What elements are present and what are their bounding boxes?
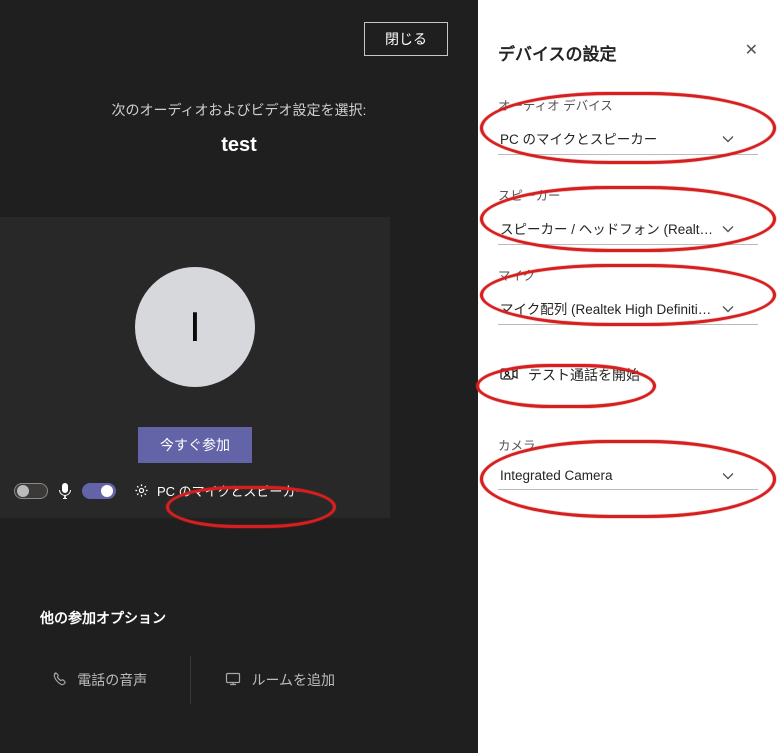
camera-field-label: カメラ — [498, 435, 758, 454]
video-preview-card: I 今すぐ参加 PC のマイクとスピーカー — [0, 217, 390, 518]
avatar-initial: I — [189, 303, 201, 351]
microphone-icon[interactable] — [58, 483, 72, 499]
camera-group: カメラ Integrated Camera — [498, 435, 758, 490]
other-options-heading: 他の参加オプション — [40, 608, 478, 628]
speaker-value: スピーカー / ヘッドフォン (Realtek High De... — [500, 218, 714, 238]
camera-toggle[interactable] — [14, 483, 48, 499]
speaker-select[interactable]: スピーカー / ヘッドフォン (Realtek High De... — [498, 212, 758, 245]
phone-audio-label: 電話の音声 — [77, 670, 147, 690]
mic-value: マイク配列 (Realtek High Definition A... — [500, 298, 714, 318]
test-call-icon — [500, 367, 518, 384]
settings-close-button[interactable]: ✕ — [745, 40, 758, 60]
chevron-down-icon — [722, 221, 734, 236]
device-settings-panel: デバイスの設定 ✕ オーディオ デバイス PC のマイクとスピーカー スピーカー… — [478, 0, 778, 753]
add-room-button[interactable]: ルームを追加 — [190, 656, 371, 704]
room-icon — [225, 672, 241, 689]
meeting-title: test — [0, 134, 478, 157]
audio-device-label-text: PC のマイクとスピーカー — [157, 481, 308, 500]
gear-icon — [134, 483, 149, 498]
microphone-toggle[interactable] — [82, 483, 116, 499]
close-button[interactable]: 閉じる — [364, 22, 448, 56]
other-options-row: 電話の音声 ルームを追加 — [10, 656, 370, 704]
audio-device-value: PC のマイクとスピーカー — [500, 128, 657, 148]
camera-select[interactable]: Integrated Camera — [498, 462, 758, 490]
test-call-button[interactable]: テスト通話を開始 — [498, 361, 642, 389]
speaker-field-label: スピーカー — [498, 185, 758, 204]
close-icon: ✕ — [745, 42, 758, 59]
speaker-group: スピーカー スピーカー / ヘッドフォン (Realtek High De... — [498, 185, 758, 245]
chevron-down-icon — [722, 131, 734, 146]
device-bar: PC のマイクとスピーカー — [0, 481, 390, 500]
chevron-down-icon — [722, 468, 734, 483]
mic-select[interactable]: マイク配列 (Realtek High Definition A... — [498, 292, 758, 325]
join-now-button[interactable]: 今すぐ参加 — [138, 427, 252, 463]
add-room-label: ルームを追加 — [251, 670, 335, 690]
instruction-text: 次のオーディオおよびビデオ設定を選択: — [0, 100, 478, 120]
test-call-label: テスト通話を開始 — [528, 365, 640, 385]
audio-device-field-label: オーディオ デバイス — [498, 95, 758, 114]
audio-device-group: オーディオ デバイス PC のマイクとスピーカー — [498, 95, 758, 155]
phone-icon — [52, 671, 67, 689]
avatar: I — [135, 267, 255, 387]
mic-group: マイク マイク配列 (Realtek High Definition A... — [498, 265, 758, 325]
phone-audio-button[interactable]: 電話の音声 — [10, 656, 190, 704]
mic-field-label: マイク — [498, 265, 758, 284]
audio-device-select[interactable]: PC のマイクとスピーカー — [498, 122, 758, 155]
settings-title: デバイスの設定 — [498, 40, 758, 65]
prejoin-panel: 閉じる 次のオーディオおよびビデオ設定を選択: test I 今すぐ参加 PC … — [0, 0, 478, 753]
camera-value: Integrated Camera — [500, 468, 613, 483]
audio-device-picker[interactable]: PC のマイクとスピーカー — [134, 481, 308, 500]
chevron-down-icon — [722, 301, 734, 316]
